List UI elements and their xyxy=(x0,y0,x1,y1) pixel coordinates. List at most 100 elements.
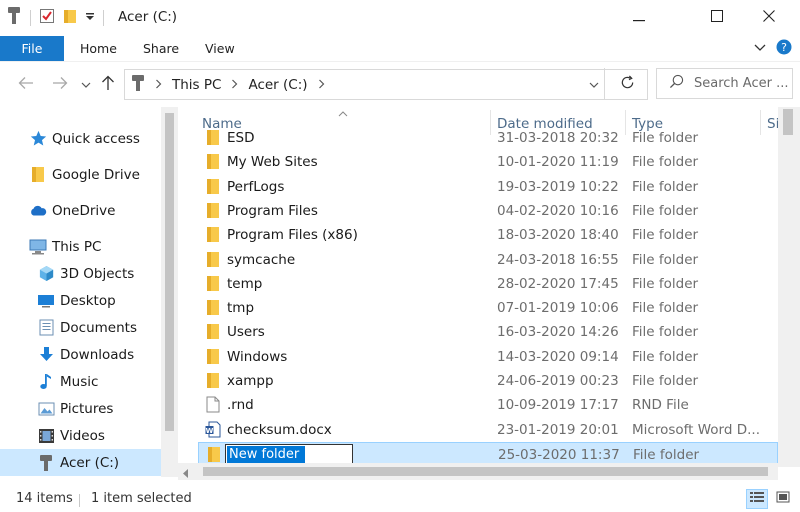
back-button[interactable] xyxy=(16,74,36,96)
download-icon xyxy=(37,346,55,364)
maximize-icon xyxy=(711,10,723,26)
properties-icon[interactable] xyxy=(39,8,55,28)
sidebar-item-this-pc[interactable]: This PC xyxy=(0,233,161,260)
refresh-button[interactable] xyxy=(612,74,642,94)
search-input[interactable] xyxy=(694,76,794,91)
date-modified: 14-03-2020 09:14 xyxy=(497,348,619,365)
horizontal-scroll-thumb[interactable] xyxy=(203,467,768,476)
table-row[interactable]: Program Files 04-02-2020 10:16 File folder xyxy=(198,199,778,223)
chevron-down-icon xyxy=(589,78,599,93)
sidebar-scroll-thumb[interactable] xyxy=(165,113,174,431)
table-row[interactable]: symcache 24-03-2018 16:55 File folder xyxy=(198,248,778,272)
folder-icon xyxy=(204,348,221,365)
table-row[interactable]: .rnd 10-09-2019 17:17 RND File xyxy=(198,393,778,417)
up-button[interactable] xyxy=(98,74,118,96)
minimize-button[interactable] xyxy=(616,0,662,36)
drive-icon xyxy=(131,74,145,96)
quick-access-toolbar xyxy=(6,6,104,30)
arrow-left-icon xyxy=(18,76,34,94)
sidebar-item-acer-c[interactable]: Acer (C:) xyxy=(0,449,161,476)
chevron-right-icon[interactable] xyxy=(318,77,325,93)
breadcrumb-this-pc[interactable]: This PC xyxy=(172,77,221,93)
vertical-scroll-thumb[interactable] xyxy=(783,109,793,135)
sidebar-scrollbar[interactable] xyxy=(161,107,178,477)
folder-icon xyxy=(204,275,221,292)
table-row[interactable]: Windows 14-03-2020 09:14 File folder xyxy=(198,345,778,369)
sidebar-item-documents[interactable]: Documents xyxy=(0,314,161,341)
folder-icon xyxy=(204,202,221,219)
table-row[interactable]: My Web Sites 10-01-2020 11:19 File folder xyxy=(198,150,778,174)
date-modified: 24-06-2019 00:23 xyxy=(497,373,619,389)
address-bar[interactable]: This PC Acer (C:) xyxy=(124,69,648,100)
folder-icon xyxy=(204,251,221,268)
sidebar-item-google-drive[interactable]: Google Drive xyxy=(0,161,161,188)
file-name: .rnd xyxy=(227,397,254,414)
sidebar-item-pictures[interactable]: Pictures xyxy=(0,395,161,422)
refresh-icon xyxy=(620,75,635,94)
sidebar-item-3d-objects[interactable]: 3D Objects xyxy=(0,260,161,287)
breadcrumb-current[interactable]: Acer (C:) xyxy=(248,77,307,93)
folder-icon xyxy=(204,372,221,389)
rename-field[interactable] xyxy=(225,444,353,465)
address-history-button[interactable] xyxy=(584,74,604,96)
table-row[interactable]: xampp 24-06-2019 00:23 File folder xyxy=(198,369,778,393)
tab-file[interactable]: File xyxy=(0,36,64,61)
date-modified: 10-01-2020 11:19 xyxy=(497,154,619,171)
file-list: Name Date modified Type Si ESD 31-03-2018… xyxy=(178,107,800,477)
arrow-up-icon xyxy=(101,75,115,95)
date-modified: 31-03-2018 20:32 xyxy=(497,130,619,146)
table-row[interactable]: Users 16-03-2020 14:26 File folder xyxy=(198,320,778,344)
sidebar-item-desktop[interactable]: Desktop xyxy=(0,287,161,314)
tab-view[interactable]: View xyxy=(205,36,235,61)
recent-locations-button[interactable] xyxy=(76,74,96,96)
table-row[interactable]: tmp 07-01-2019 10:06 File folder xyxy=(198,296,778,320)
details-view-icon xyxy=(750,491,764,507)
file-type: Microsoft Word D... xyxy=(632,421,760,438)
help-icon[interactable]: ? xyxy=(776,39,792,59)
drive-icon[interactable] xyxy=(6,6,22,30)
arrow-right-icon xyxy=(52,76,68,94)
forward-button[interactable] xyxy=(50,74,70,96)
rename-input[interactable] xyxy=(227,446,305,463)
table-row[interactable]: PerfLogs 19-03-2019 10:22 File folder xyxy=(198,175,778,199)
date-modified: 07-01-2019 10:06 xyxy=(497,300,619,317)
file-type: File folder xyxy=(632,373,699,389)
close-button[interactable] xyxy=(746,0,792,36)
file-list-vertical-scrollbar[interactable] xyxy=(778,107,800,467)
file-type: File folder xyxy=(632,202,699,219)
minimize-icon xyxy=(633,11,645,26)
maximize-button[interactable] xyxy=(694,0,740,36)
folder-icon xyxy=(204,129,221,146)
file-type: File folder xyxy=(632,251,699,268)
sidebar-item-videos[interactable]: Videos xyxy=(0,422,161,449)
details-view-button[interactable] xyxy=(746,489,768,509)
expand-ribbon-button[interactable] xyxy=(754,42,766,57)
file-name: Program Files xyxy=(227,202,318,219)
tab-home[interactable]: Home xyxy=(80,36,117,61)
file-name: symcache xyxy=(227,251,296,268)
large-icons-view-icon xyxy=(776,491,790,507)
sidebar-item-downloads[interactable]: Downloads xyxy=(0,341,161,368)
large-icons-view-button[interactable] xyxy=(772,489,794,509)
file-type: File folder xyxy=(632,178,699,195)
music-icon xyxy=(37,373,55,391)
sidebar-item-music[interactable]: Music xyxy=(0,368,161,395)
sidebar-item-onedrive[interactable]: OneDrive xyxy=(0,197,161,224)
table-row[interactable]: ESD 31-03-2018 20:32 File folder xyxy=(198,126,778,150)
scroll-left-arrow-icon[interactable] xyxy=(183,467,189,482)
date-modified: 19-03-2019 10:22 xyxy=(497,178,619,195)
search-box[interactable] xyxy=(656,68,794,99)
table-row[interactable]: Program Files (x86) 18-03-2020 18:40 File … xyxy=(198,223,778,247)
tab-share[interactable]: Share xyxy=(143,36,179,61)
date-modified: 04-02-2020 10:16 xyxy=(497,202,619,219)
table-row[interactable]: Wchecksum.docx 23-01-2019 20:01 Microsoft … xyxy=(198,418,778,442)
customize-dropdown-icon[interactable] xyxy=(85,11,95,26)
chevron-right-icon[interactable] xyxy=(155,77,162,93)
folder-icon xyxy=(204,323,221,340)
file-list-horizontal-scrollbar[interactable] xyxy=(178,463,778,480)
sidebar-item-quick-access[interactable]: Quick access xyxy=(0,125,161,152)
chevron-right-icon[interactable] xyxy=(231,77,238,93)
new-folder-icon[interactable] xyxy=(63,8,77,28)
table-row[interactable]: temp 28-02-2020 17:45 File folder xyxy=(198,272,778,296)
title-bar: Acer (C:) xyxy=(0,0,800,36)
